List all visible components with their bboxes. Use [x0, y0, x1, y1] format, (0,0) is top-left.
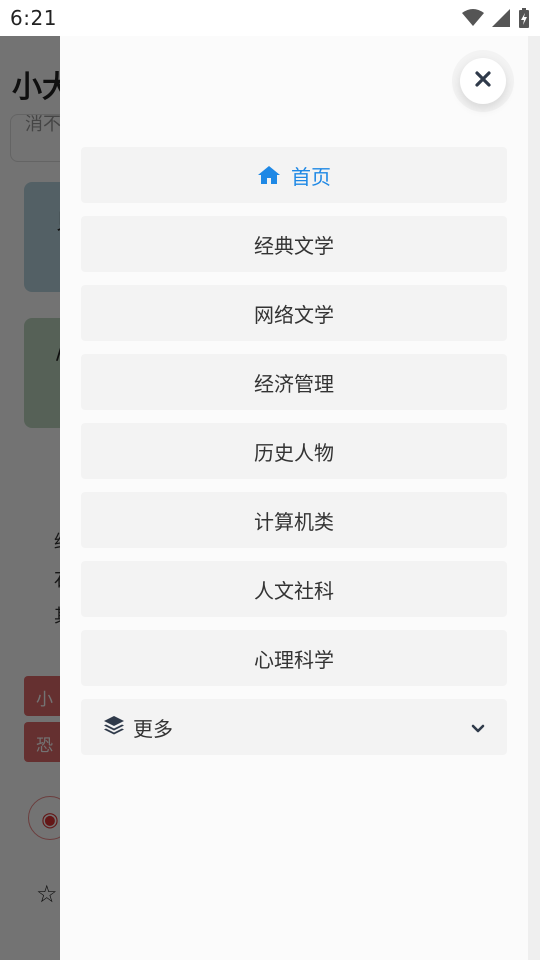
close-button[interactable] — [460, 58, 506, 104]
status-bar: 6:21 — [0, 0, 540, 36]
menu-item-label: 首页 — [291, 164, 331, 189]
menu-item-economics-management[interactable]: 经济管理 — [81, 354, 507, 410]
home-icon — [257, 165, 281, 185]
status-time: 6:21 — [10, 6, 57, 30]
wifi-icon — [462, 9, 484, 27]
more-left: 更多 — [103, 713, 173, 742]
chevron-down-icon — [471, 715, 485, 739]
layers-icon — [103, 715, 125, 740]
status-icons — [462, 8, 530, 28]
menu-item-psychology[interactable]: 心理科学 — [81, 630, 507, 686]
menu-item-computer[interactable]: 计算机类 — [81, 492, 507, 548]
menu-item-label: 历史人物 — [254, 440, 334, 465]
menu-item-history-figures[interactable]: 历史人物 — [81, 423, 507, 479]
menu-item-home[interactable]: 首页 — [81, 147, 507, 203]
more-label: 更多 — [133, 716, 173, 741]
drawer-menu: 首页 经典文学 网络文学 经济管理 历史人物 计算机类 人文社科 心理科学 更多 — [81, 147, 507, 768]
menu-item-label: 经济管理 — [254, 371, 334, 396]
navigation-drawer: 首页 经典文学 网络文学 经济管理 历史人物 计算机类 人文社科 心理科学 更多 — [60, 36, 528, 960]
menu-item-label: 心理科学 — [254, 647, 334, 672]
menu-item-classic-literature[interactable]: 经典文学 — [81, 216, 507, 272]
close-icon — [475, 71, 491, 91]
menu-item-more[interactable]: 更多 — [81, 699, 507, 755]
menu-item-label: 网络文学 — [254, 302, 334, 327]
menu-item-humanities[interactable]: 人文社科 — [81, 561, 507, 617]
drawer-edge — [528, 36, 540, 960]
signal-icon — [492, 9, 510, 27]
battery-charging-icon — [518, 8, 530, 28]
menu-item-web-literature[interactable]: 网络文学 — [81, 285, 507, 341]
menu-item-label: 人文社科 — [254, 578, 334, 603]
menu-item-label: 经典文学 — [254, 233, 334, 258]
menu-item-label: 计算机类 — [254, 509, 334, 534]
